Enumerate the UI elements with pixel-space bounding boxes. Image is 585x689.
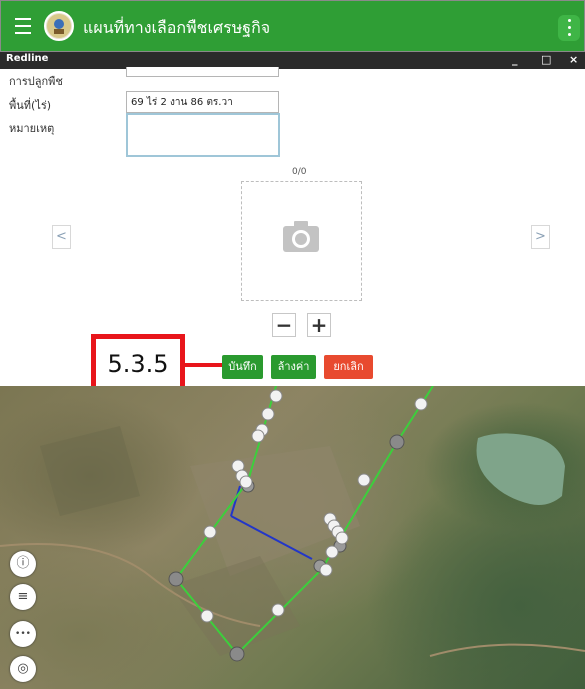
save-button[interactable]: บันทึก — [222, 355, 263, 379]
map-overlay — [0, 386, 585, 662]
more-options-icon[interactable] — [558, 15, 580, 41]
note-label: หมายเหตุ — [9, 122, 55, 135]
pond-shape — [476, 433, 565, 505]
info-icon[interactable]: ⓘ — [10, 551, 36, 577]
app-logo — [44, 11, 74, 41]
planting-label: การปลูกพืช — [9, 75, 63, 88]
photo-counter: 0/0 — [292, 167, 307, 177]
minimize-icon[interactable]: _ — [512, 53, 518, 66]
road — [429, 643, 585, 657]
photo-upload-area[interactable] — [241, 181, 362, 301]
layers-icon[interactable]: ≡ — [10, 584, 36, 610]
hamburger-menu-icon[interactable] — [15, 18, 31, 34]
app-title: แผนที่ทางเลือกพืชเศรษฐกิจ — [83, 18, 271, 37]
callout-pointer — [185, 363, 223, 367]
prev-photo-button[interactable]: < — [52, 225, 71, 249]
camera-icon — [283, 221, 319, 252]
panel-title: Redline — [6, 53, 49, 64]
map-view[interactable]: ⓘ ≡ ••• ◎ — [0, 386, 585, 689]
zoom-out-button[interactable]: − — [272, 313, 296, 337]
area-label: พื้นที่(ไร่) — [9, 99, 52, 112]
area-field[interactable]: 69 ไร่ 2 งาน 86 ตร.วา — [126, 91, 279, 113]
maximize-icon[interactable]: □ — [541, 53, 551, 66]
clear-button[interactable]: ล้างค่า — [271, 355, 316, 379]
planting-select[interactable] — [126, 67, 279, 77]
close-icon[interactable]: × — [569, 53, 578, 66]
note-textarea[interactable] — [126, 113, 280, 157]
zoom-in-button[interactable]: + — [307, 313, 331, 337]
redline-panel-header: Redline _ □ × — [0, 52, 585, 69]
map-more-icon[interactable]: ••• — [10, 621, 36, 647]
field-patch — [40, 426, 140, 516]
next-photo-button[interactable]: > — [531, 225, 550, 249]
step-callout: 5.3.5 — [91, 334, 185, 394]
locate-icon[interactable]: ◎ — [10, 656, 36, 682]
app-bar: แผนที่ทางเลือกพืชเศรษฐกิจ — [0, 0, 585, 52]
cancel-button[interactable]: ยกเลิก — [324, 355, 373, 379]
